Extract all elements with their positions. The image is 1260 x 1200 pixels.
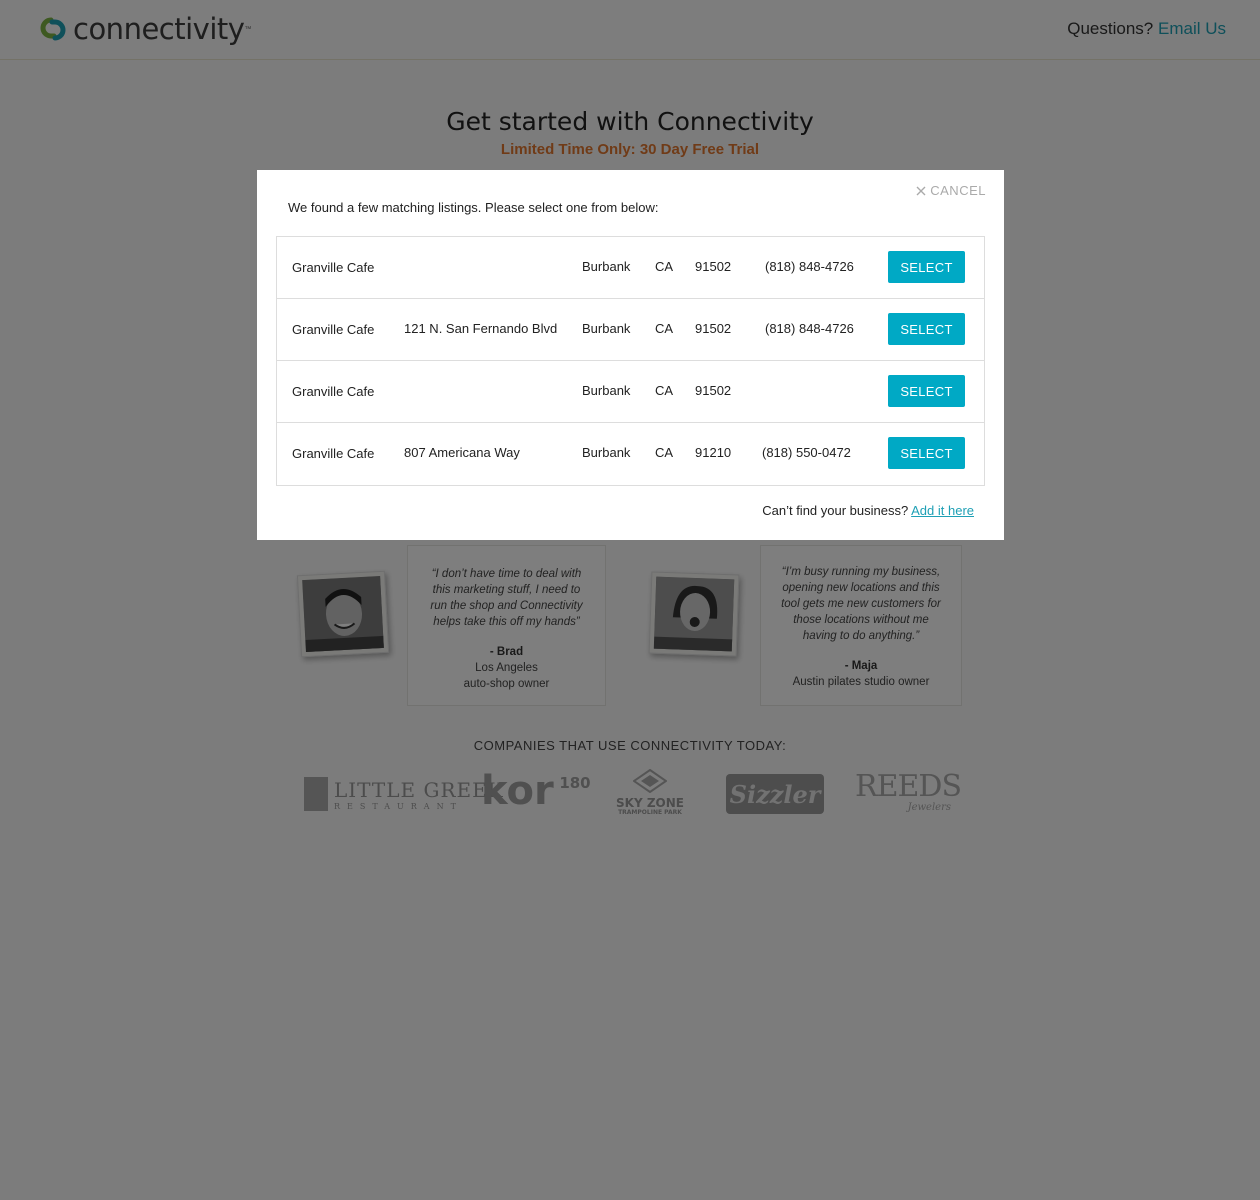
select-button[interactable]: SELECT [888,251,965,283]
listing-city: Burbank [582,321,631,336]
listing-row: Granville Cafe 807 Americana Way Burbank… [277,423,984,485]
listing-address: 807 Americana Way [404,445,520,460]
modal-intro-text: We found a few matching listings. Please… [288,200,659,215]
listing-state: CA [655,445,674,460]
listing-zip: 91502 [695,383,732,398]
listing-phone: (818) 848-4726 [765,259,854,274]
cant-find-label: Can’t find your business? [762,503,909,518]
cant-find-business: Can’t find your business? Add it here [762,503,974,518]
listing-phone: (818) 848-4726 [765,321,854,336]
listing-zip: 91210 [695,445,732,460]
listing-name: Granville Cafe [292,446,375,461]
listing-city: Burbank [582,445,631,460]
listing-zip: 91502 [695,321,732,336]
listing-name: Granville Cafe [292,260,375,275]
listing-state: CA [655,383,674,398]
listing-phone: (818) 550-0472 [762,445,851,460]
listing-address: 121 N. San Fernando Blvd [404,321,558,336]
listing-city: Burbank [582,259,631,274]
cancel-label: CANCEL [930,183,986,198]
listing-city: Burbank [582,383,631,398]
listings-table: Granville Cafe Burbank CA 91502 (818) 84… [276,236,985,486]
listing-row: Granville Cafe Burbank CA 91502 SELECT [277,361,984,423]
select-button[interactable]: SELECT [888,313,965,345]
close-icon [916,183,930,198]
listing-select-modal: CANCEL We found a few matching listings.… [257,170,1004,540]
listing-row: Granville Cafe Burbank CA 91502 (818) 84… [277,237,984,299]
select-button[interactable]: SELECT [888,437,965,469]
listing-state: CA [655,259,674,274]
add-business-link[interactable]: Add it here [911,503,974,518]
listing-name: Granville Cafe [292,322,375,337]
listing-name: Granville Cafe [292,384,375,399]
cancel-button[interactable]: CANCEL [916,183,986,198]
select-button[interactable]: SELECT [888,375,965,407]
listing-zip: 91502 [695,259,732,274]
listing-state: CA [655,321,674,336]
listing-row: Granville Cafe 121 N. San Fernando Blvd … [277,299,984,361]
